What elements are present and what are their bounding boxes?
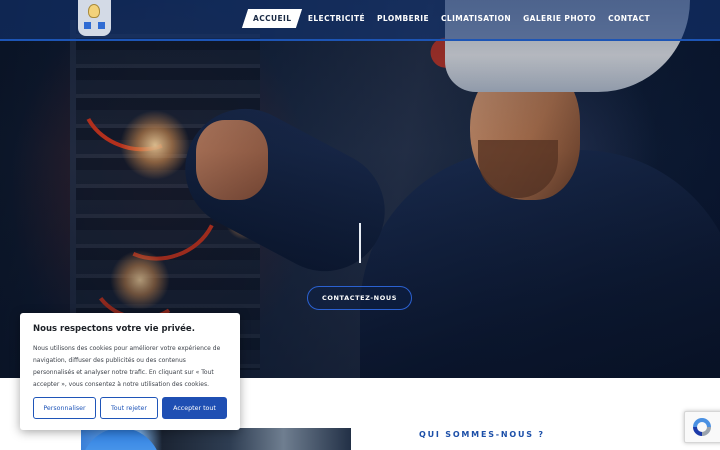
nav-label: ACCUEIL [253,14,292,23]
nav-item-climatisation[interactable]: CLIMATISATION [435,9,517,28]
cookie-banner: Nous respectons votre vie privée. Nous u… [20,313,240,430]
main-nav: ACCUEIL ELECTRICITÉ PLOMBERIE CLIMATISAT… [242,9,656,28]
site-header: ACCUEIL ELECTRICITÉ PLOMBERIE CLIMATISAT… [0,0,720,41]
cookie-buttons: Personnaliser Tout rejeter Accepter tout [33,397,227,419]
hard-hat [81,428,161,450]
nav-item-electricite[interactable]: ELECTRICITÉ [302,9,371,28]
contact-us-button[interactable]: CONTACTEZ-NOUS [307,286,412,310]
about-image [81,428,351,450]
customize-button[interactable]: Personnaliser [33,397,96,419]
bulb-icon [88,4,100,18]
logo-icon[interactable] [78,0,111,36]
plug-icon [84,22,91,29]
recaptcha-icon [693,418,711,436]
nav-item-plomberie[interactable]: PLOMBERIE [371,9,435,28]
plug-icon [98,22,105,29]
nav-item-galerie-photo[interactable]: GALERIE PHOTO [517,9,602,28]
cookie-title: Nous respectons votre vie privée. [33,324,195,334]
about-heading: QUI SOMMES-NOUS ? [419,430,545,439]
cookie-text: Nous utilisons des cookies pour améliore… [33,345,221,388]
nav-item-accueil[interactable]: ACCUEIL [242,9,303,28]
recaptcha-badge[interactable] [684,411,720,443]
accept-all-button[interactable]: Accepter tout [162,397,227,419]
reject-all-button[interactable]: Tout rejeter [100,397,158,419]
page: CONTACTEZ-NOUS ACCUEIL ELECTRICITÉ PLOMB… [0,0,720,450]
nav-item-contact[interactable]: CONTACT [602,9,656,28]
hero-divider-line [359,223,361,263]
